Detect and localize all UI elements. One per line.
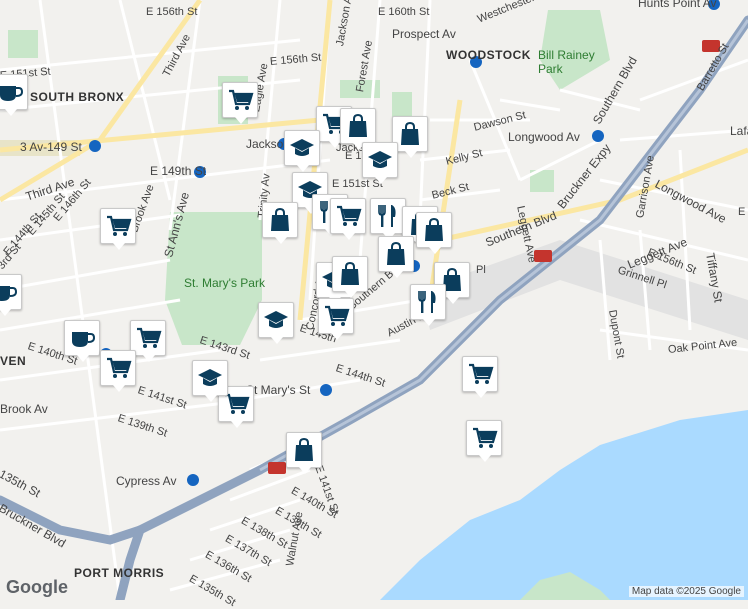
neighborhood-label: VEN bbox=[0, 354, 27, 368]
subway-station-label: Longwood Av bbox=[508, 130, 580, 144]
map-marker-grocery[interactable] bbox=[466, 420, 502, 462]
subway-station-label: St Mary's St bbox=[246, 383, 311, 397]
map-marker-grocery[interactable] bbox=[330, 198, 366, 240]
map-marker-education[interactable] bbox=[192, 360, 228, 402]
park-label: Bill Rainey Park bbox=[538, 48, 595, 76]
street-label: Prospect Av bbox=[392, 27, 456, 41]
map-marker-shopping[interactable] bbox=[378, 236, 414, 278]
neighborhood-label: SOUTH BRONX bbox=[30, 90, 125, 104]
neighborhood-label: WOODSTOCK bbox=[446, 48, 531, 62]
map-marker-education[interactable] bbox=[284, 130, 320, 172]
street-label: E 156th St bbox=[146, 6, 198, 18]
map-marker-shopping[interactable] bbox=[340, 108, 376, 150]
map-canvas[interactable]: E 156th St E 160th St Prospect Av Westch… bbox=[0, 0, 748, 609]
map-marker-grocery[interactable] bbox=[462, 356, 498, 398]
map-marker-grocery[interactable] bbox=[222, 82, 258, 124]
subway-station-label: Cypress Av bbox=[116, 474, 177, 488]
google-logo: Google bbox=[6, 577, 68, 597]
map-marker-coffee[interactable] bbox=[0, 274, 22, 316]
map-marker-grocery[interactable] bbox=[100, 208, 136, 250]
map-marker-shopping[interactable] bbox=[332, 256, 368, 298]
street-label: Hunts Point Av bbox=[638, 0, 717, 10]
street-label: E 149th St bbox=[150, 164, 207, 178]
street-label: E 1 bbox=[738, 206, 748, 218]
street-label: Lafa bbox=[730, 124, 748, 138]
map-marker-restaurant[interactable] bbox=[370, 198, 406, 240]
map-marker-grocery[interactable] bbox=[318, 298, 354, 340]
map-marker-shopping[interactable] bbox=[286, 432, 322, 474]
street-label: Pl bbox=[476, 264, 486, 276]
map-marker-education[interactable] bbox=[362, 142, 398, 184]
map-attribution[interactable]: Map data ©2025 Google bbox=[628, 586, 744, 597]
street-label: E 160th St bbox=[378, 6, 430, 18]
map-marker-shopping[interactable] bbox=[416, 212, 452, 254]
map-marker-coffee[interactable] bbox=[0, 74, 28, 116]
neighborhood-label: PORT MORRIS bbox=[74, 566, 165, 580]
map-marker-coffee[interactable] bbox=[64, 320, 100, 362]
map-marker-education[interactable] bbox=[258, 302, 294, 344]
park-label: St. Mary's Park bbox=[184, 276, 265, 290]
subway-station-label: Brook Av bbox=[0, 402, 48, 416]
map-marker-shopping[interactable] bbox=[262, 202, 298, 244]
map-marker-restaurant[interactable] bbox=[410, 284, 446, 326]
subway-station-label: 3 Av-149 St bbox=[20, 140, 82, 154]
map-marker-grocery[interactable] bbox=[100, 350, 136, 392]
